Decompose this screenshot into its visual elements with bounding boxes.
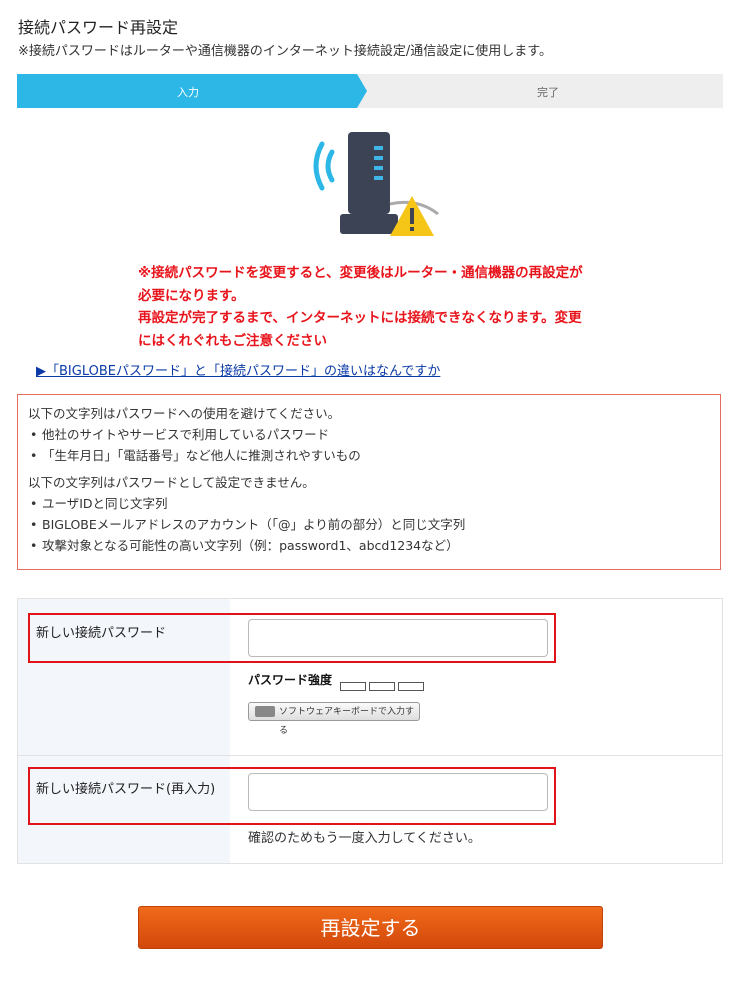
password-form: 新しい接続パスワード パスワード強度 ソフトウェアキーボードで入力する 新しい接… [17,598,723,864]
router-warning-icon [313,132,439,236]
strength-bar [340,682,366,691]
row-divider [18,755,722,756]
list-item: 他社のサイトやサービスで利用しているパスワード [30,424,710,445]
avoid-list: 他社のサイトやサービスで利用しているパスワード 「生年月日」「電話番号」など他人… [28,424,710,466]
list-item: BIGLOBEメールアドレスのアカウント（「@」より前の部分）と同じ文字列 [30,514,710,535]
forbidden-heading: 以下の文字列はパスワードとして設定できません。 [28,475,315,490]
page-subtitle: ※接続パスワードはルーターや通信機器のインターネット接続設定/通信設定に使用しま… [18,44,552,59]
software-keyboard-label: ソフトウェアキーボードで入力する [279,707,415,736]
strength-bar [369,682,395,691]
avoid-heading: 以下の文字列はパスワードへの使用を避けてください。 [28,406,341,421]
highlight-box [28,613,556,663]
password-rules-box: 以下の文字列はパスワードへの使用を避けてください。 他社のサイトやサービスで利用… [17,394,721,570]
step-label-input: 入力 [177,86,199,99]
list-item: ユーザIDと同じ文字列 [30,493,710,514]
keyboard-icon [255,706,275,717]
warning-line: 必要になります。 [138,287,245,304]
list-item: 攻撃対象となる可能性の高い文字列（例：password1、abcd1234など） [30,535,710,556]
warning-line: ※接続パスワードを変更すると、変更後はルーター・通信機器の再設定が [138,265,583,281]
confirm-note: 確認のためもう一度入力してください。 [248,831,481,846]
highlight-box [28,767,556,825]
password-difference-link[interactable]: ▶「BIGLOBEパスワード」と「接続パスワード」の違いはなんですか [36,360,440,379]
password-strength-meter [340,676,427,695]
warning-line: にはくれぐれもご注意ください [138,332,327,349]
software-keyboard-button[interactable]: ソフトウェアキーボードで入力する [248,702,420,736]
step-label-complete: 完了 [537,86,559,99]
list-item: 「生年月日」「電話番号」など他人に推測されやすいもの [30,445,710,466]
password-strength-label: パスワード強度 [248,673,333,687]
reset-submit-button[interactable]: 再設定する [138,906,603,949]
forbidden-list: ユーザIDと同じ文字列 BIGLOBEメールアドレスのアカウント（「@」より前の… [28,493,710,556]
page-title: 接続パスワード再設定 [18,18,179,37]
progress-steps: 入力 完了 [17,74,723,108]
warning-line: 再設定が完了するまで、インターネットには接続できなくなります。変更 [138,310,582,326]
change-warning: ※接続パスワードを変更すると、変更後はルーター・通信機器の再設定が 必要になりま… [138,262,608,352]
strength-bar [398,682,424,691]
